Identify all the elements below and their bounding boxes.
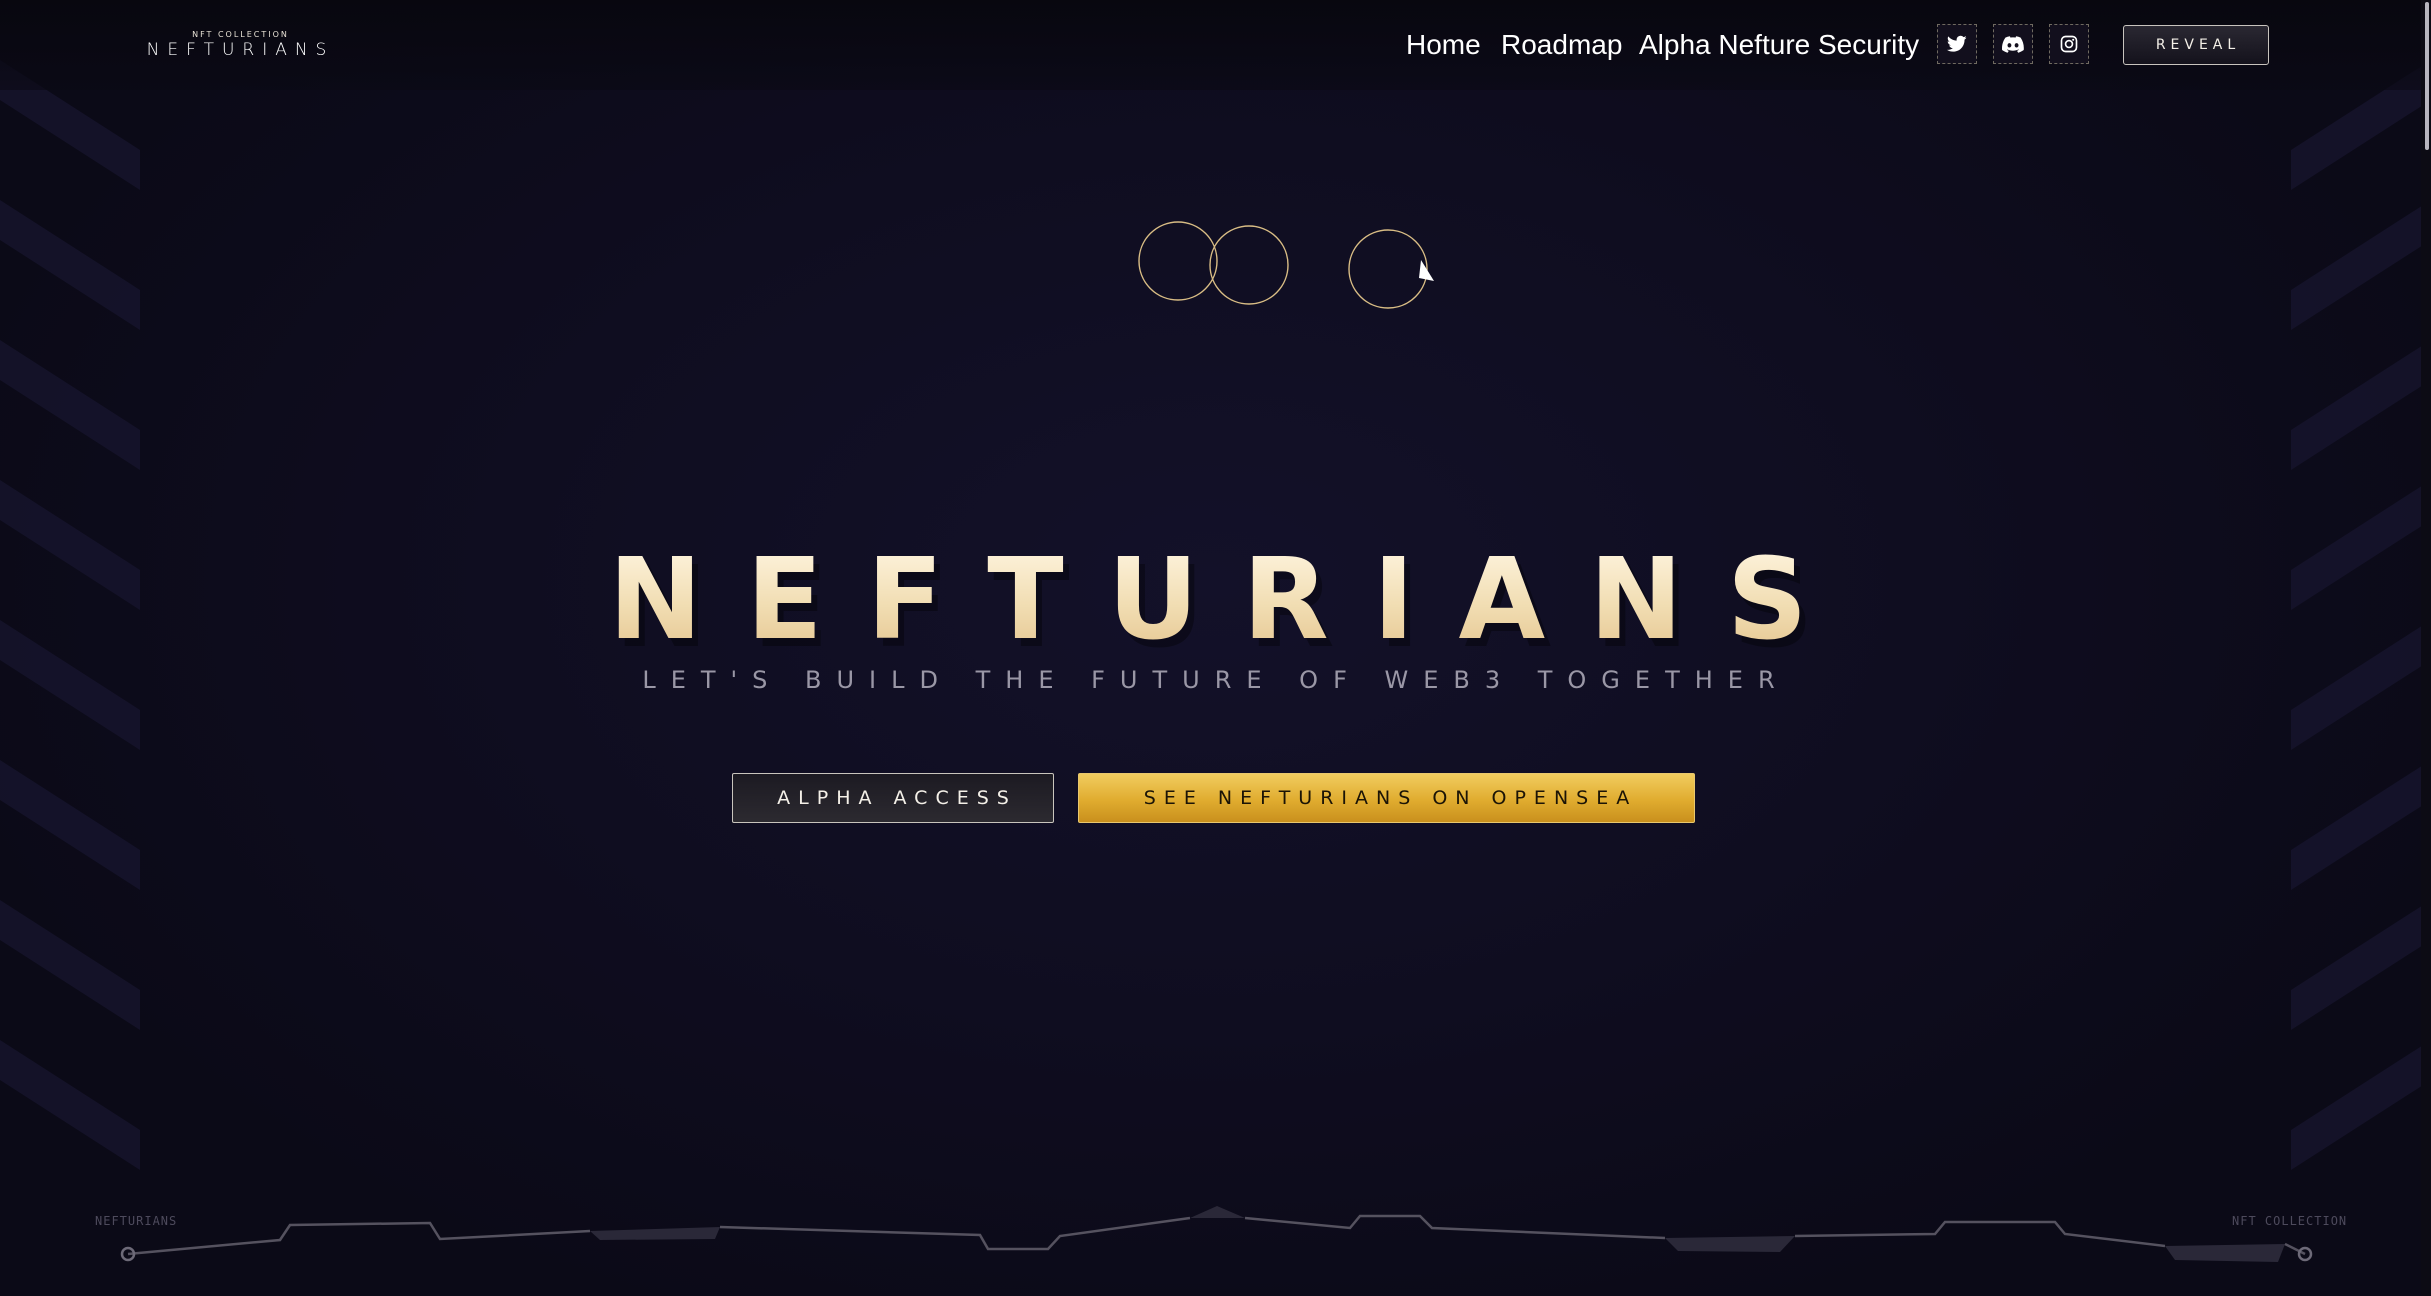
nav-item-roadmap[interactable]: Roadmap <box>1501 27 1622 63</box>
twitter-icon <box>1947 35 1967 52</box>
hud-left-label: NEFTURIANS <box>95 1214 178 1228</box>
bottom-hud-decoration <box>0 1190 2431 1296</box>
instagram-icon <box>2060 35 2078 53</box>
loader-circle-2 <box>1209 225 1289 305</box>
loader-circle-3 <box>1348 229 1428 309</box>
scrollbar-thumb[interactable] <box>2425 2 2429 150</box>
page-scrollbar[interactable] <box>2421 0 2431 1296</box>
nav-link-roadmap[interactable]: Roadmap <box>1501 29 1622 61</box>
hero-tagline: LET'S BUILD THE FUTURE OF WEB3 TOGETHER <box>642 666 1790 694</box>
loader-circle-1 <box>1138 221 1218 301</box>
logo-wordmark: NEFTURIANS <box>146 40 335 60</box>
loading-animation <box>1135 218 1455 318</box>
nav-item-home[interactable]: Home <box>1406 27 1481 63</box>
logo-subtitle: NFT COLLECTION <box>192 30 289 39</box>
hud-right-label: NFT COLLECTION <box>2232 1214 2348 1228</box>
hero-title: NEFTURIANS <box>415 540 2015 660</box>
right-chevron-decoration <box>2211 0 2431 1296</box>
discord-button[interactable] <box>1993 24 2033 64</box>
left-chevron-decoration <box>0 0 220 1296</box>
nav-link-alpha-nefture-security[interactable]: Alpha Nefture Security <box>1639 29 1919 61</box>
reveal-button[interactable]: REVEAL <box>2123 25 2269 65</box>
discord-icon <box>2002 35 2024 53</box>
twitter-button[interactable] <box>1937 24 1977 64</box>
page: NFT COLLECTION NEFTURIANS Home Roadmap A… <box>0 0 2431 1296</box>
brand-logo[interactable]: NFT COLLECTION NEFTURIANS <box>118 30 363 62</box>
opensea-button[interactable]: SEE NEFTURIANS ON OPENSEA <box>1078 773 1695 823</box>
nav-item-alpha-nefture-security[interactable]: Alpha Nefture Security <box>1639 27 1919 63</box>
nav-link-home[interactable]: Home <box>1406 29 1481 61</box>
instagram-button[interactable] <box>2049 24 2089 64</box>
alpha-access-button[interactable]: ALPHA ACCESS <box>732 773 1054 823</box>
